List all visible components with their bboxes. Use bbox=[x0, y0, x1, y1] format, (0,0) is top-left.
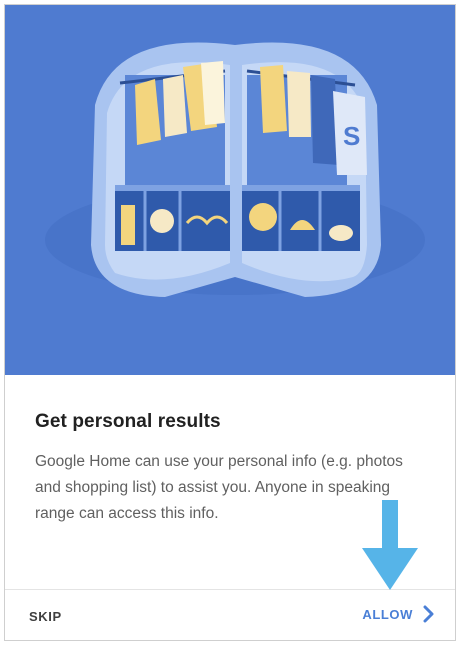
skip-button[interactable]: SKIP bbox=[29, 609, 62, 624]
allow-button[interactable]: ALLOW bbox=[362, 605, 435, 623]
closet-illustration: S bbox=[45, 42, 425, 297]
down-arrow-icon bbox=[362, 500, 418, 590]
page-title: Get personal results bbox=[35, 411, 221, 432]
hero-illustration: S bbox=[5, 5, 455, 375]
svg-text:S: S bbox=[343, 121, 360, 151]
allow-button-label: ALLOW bbox=[362, 606, 413, 622]
chevron-right-icon bbox=[423, 605, 434, 623]
